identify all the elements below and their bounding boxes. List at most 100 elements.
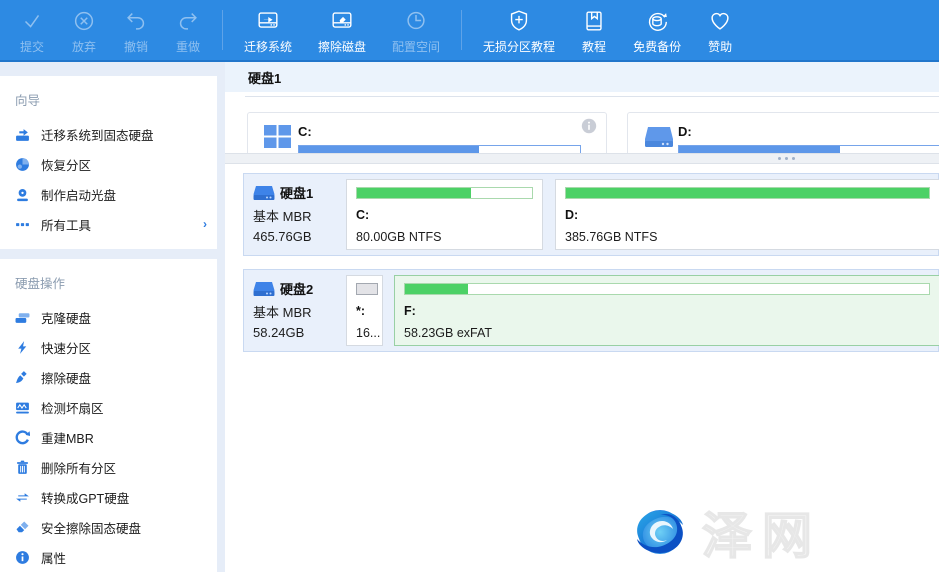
rebuild-mbr-icon	[15, 430, 30, 445]
partition-d[interactable]: D: 385.76GB NTFS	[555, 179, 939, 250]
sidebar-item-recover-partition[interactable]: 恢复分区	[0, 149, 217, 179]
bootable-media-icon	[15, 187, 30, 202]
free-backup-button[interactable]: 免费备份	[620, 0, 694, 61]
discard-button[interactable]: 放弃	[58, 0, 110, 61]
partition-info: 16...	[356, 326, 373, 340]
volume-usage-fill	[299, 146, 479, 153]
disk1-title: 硬盘1	[253, 183, 344, 202]
volume-letter: C:	[298, 124, 312, 139]
disk-size: 465.76GB	[253, 229, 344, 244]
disk-row-2: 硬盘2 基本 MBR 58.24GB *: 16...	[243, 269, 939, 352]
partition-info: 385.76GB NTFS	[565, 230, 930, 244]
wipe-disk-icon	[328, 6, 356, 34]
sponsor-button[interactable]: 赞助	[694, 0, 746, 61]
commit-button[interactable]: 提交	[6, 0, 58, 61]
watermark: 泽网	[628, 496, 822, 568]
migrate-system-icon	[254, 6, 282, 34]
secure-erase-icon	[15, 520, 30, 535]
disk-drive-icon	[253, 281, 275, 297]
used-space-bar	[356, 187, 533, 199]
allocate-space-icon	[403, 6, 429, 34]
convert-gpt-icon	[15, 490, 30, 505]
toolbar-separator	[461, 10, 462, 50]
disk-type: 基本 MBR	[253, 206, 344, 225]
sidebar-item-rebuild-mbr[interactable]: 重建MBR	[0, 422, 217, 452]
panel-splitter[interactable]	[225, 153, 939, 164]
migrate-ssd-icon	[15, 127, 30, 142]
sidebar-item-wipe-hard-drive[interactable]: 擦除硬盘	[0, 362, 217, 392]
main-panel: 硬盘1 C: D:	[225, 62, 939, 572]
disk-drive-icon	[253, 185, 275, 201]
volume-usage-bar	[298, 145, 581, 153]
sidebar-section-disk-operations: 硬盘操作 克隆硬盘 快速分区 擦除硬盘	[0, 259, 217, 574]
partition-letter: F:	[404, 304, 930, 318]
tutorial-button[interactable]: 教程	[568, 0, 620, 61]
disk-name: 硬盘1	[280, 183, 313, 202]
used-space-fill	[357, 188, 471, 198]
check-icon	[19, 6, 45, 34]
volume-card-c[interactable]: C:	[247, 112, 607, 153]
recover-partition-icon	[15, 157, 30, 172]
sidebar-item-properties[interactable]: 属性	[0, 542, 217, 572]
splitter-handle-icon	[778, 157, 795, 160]
disk2-info[interactable]: 硬盘2 基本 MBR 58.24GB	[244, 270, 344, 351]
disk-tab-strip: 硬盘1	[225, 62, 939, 92]
volume-usage-fill	[679, 146, 840, 153]
sidebar-item-secure-erase-ssd[interactable]: 安全擦除固态硬盘	[0, 512, 217, 542]
section-title: 向导	[0, 82, 217, 119]
section-title: 硬盘操作	[0, 265, 217, 302]
all-tools-icon	[15, 217, 30, 232]
partition-letter: *:	[356, 304, 373, 318]
sidebar-item-make-bootable-media[interactable]: 制作启动光盘	[0, 179, 217, 209]
partition-tutorial-button[interactable]: 无损分区教程	[470, 0, 568, 61]
watermark-logo-icon	[628, 502, 692, 562]
free-backup-icon	[643, 6, 671, 34]
disk-size: 58.24GB	[253, 325, 344, 340]
delete-partitions-icon	[15, 460, 30, 475]
disk2-title: 硬盘2	[253, 279, 344, 298]
disk-name: 硬盘2	[280, 279, 313, 298]
partition-info: 80.00GB NTFS	[356, 230, 533, 244]
info-icon[interactable]	[581, 118, 597, 139]
tab-disk1[interactable]: 硬盘1	[225, 68, 281, 87]
sidebar-item-all-tools[interactable]: 所有工具 ›	[0, 209, 217, 239]
migrate-system-button[interactable]: 迁移系统	[231, 0, 305, 61]
sidebar-item-clone-disk[interactable]: 克隆硬盘	[0, 302, 217, 332]
partition-info: 58.23GB exFAT	[404, 326, 930, 340]
disk-list: 硬盘1 基本 MBR 465.76GB C: 80.00GB NTFS	[225, 164, 939, 572]
chevron-right-icon: ›	[203, 217, 207, 231]
partition-letter: C:	[356, 208, 533, 222]
used-space-bar	[356, 283, 378, 295]
sponsor-icon	[707, 6, 733, 34]
partition-unnamed[interactable]: *: 16...	[346, 275, 383, 346]
redo-icon	[175, 6, 201, 34]
clone-disk-icon	[15, 310, 30, 325]
divider	[245, 96, 939, 97]
disk-type: 基本 MBR	[253, 302, 344, 321]
partition-letter: D:	[565, 208, 930, 222]
partition-c[interactable]: C: 80.00GB NTFS	[346, 179, 543, 250]
sidebar-item-quick-partition[interactable]: 快速分区	[0, 332, 217, 362]
redo-button[interactable]: 重做	[162, 0, 214, 61]
sidebar: 向导 迁移系统到固态硬盘 恢复分区 制作启动光盘	[0, 62, 225, 572]
sidebar-item-convert-to-gpt[interactable]: 转换成GPT硬盘	[0, 482, 217, 512]
properties-icon	[15, 550, 30, 565]
undo-button[interactable]: 撤销	[110, 0, 162, 61]
discard-icon	[71, 6, 97, 34]
allocate-space-button[interactable]: 配置空间	[379, 0, 453, 61]
partition-f[interactable]: F: 58.23GB exFAT	[394, 275, 939, 346]
undo-icon	[123, 6, 149, 34]
wipe-drive-icon	[15, 370, 30, 385]
volume-card-d[interactable]: D:	[627, 112, 939, 153]
sidebar-item-check-bad-sectors[interactable]: 检测坏扇区	[0, 392, 217, 422]
used-space-bar	[565, 187, 930, 199]
tutorial-icon	[581, 6, 607, 34]
watermark-text: 泽网	[702, 496, 822, 568]
disk-row-1: 硬盘1 基本 MBR 465.76GB C: 80.00GB NTFS	[243, 173, 939, 256]
wipe-disk-button[interactable]: 擦除磁盘	[305, 0, 379, 61]
sidebar-item-delete-all-partitions[interactable]: 删除所有分区	[0, 452, 217, 482]
volume-overview-panel: C: D:	[225, 92, 939, 153]
sidebar-item-migrate-os-to-ssd[interactable]: 迁移系统到固态硬盘	[0, 119, 217, 149]
disk1-info[interactable]: 硬盘1 基本 MBR 465.76GB	[244, 174, 344, 255]
quick-partition-icon	[15, 340, 30, 355]
